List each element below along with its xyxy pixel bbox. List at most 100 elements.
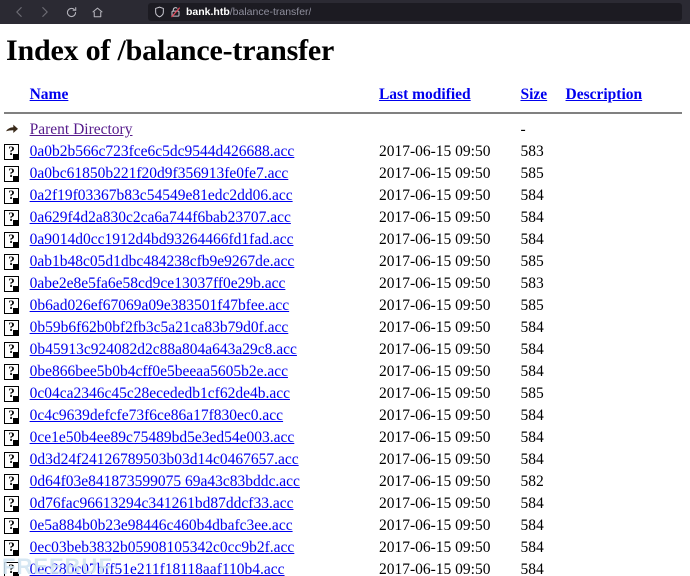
file-link[interactable]: 0a0b2b566c723fce6c5dc9544d426688.acc — [30, 143, 295, 160]
file-link[interactable]: 0e5a884b0b23e98446c460b4dbafc3ee.acc — [30, 517, 293, 534]
file-link[interactable]: 0b45913c924082d2c88a804a643a29c8.acc — [30, 341, 297, 358]
file-link[interactable]: 0ce1e50b4ee89c75489bd5e3ed54e003.acc — [30, 429, 295, 446]
file-name-cell: 0d76fac96613294c341261bd87ddcf33.acc — [30, 493, 379, 515]
file-link[interactable]: 0a2f19f03367b83c54549e81edc2dd06.acc — [30, 187, 293, 204]
file-icon-cell — [4, 427, 30, 449]
url-path: /balance-transfer/ — [229, 6, 312, 18]
table-row: 0ec280c07bff51e211f18118aaf110b4.acc 2017… — [4, 559, 682, 576]
parent-directory-date-cell — [379, 119, 521, 141]
file-link[interactable]: 0abe2e8e5fa6e58cd9ce13037ff0e29b.acc — [30, 275, 286, 292]
file-link[interactable]: 0c04ca2346c45c28ecededb1cf62de4b.acc — [30, 385, 290, 402]
unknown-file-icon — [4, 253, 19, 271]
file-modified-cell: 2017-06-15 09:50 — [378, 429, 491, 446]
file-modified-cell: 2017-06-15 09:50 — [378, 319, 491, 336]
file-modified-cell: 2017-06-15 09:50 — [378, 143, 491, 160]
unknown-file-icon — [4, 385, 19, 403]
file-description-cell — [566, 251, 682, 273]
table-row: 0ec03beb3832b05908105342c0cc9b2f.acc 2017… — [4, 537, 682, 559]
file-link[interactable]: 0b6ad026ef67069a09e383501f47bfee.acc — [30, 297, 290, 314]
file-icon-cell — [4, 251, 30, 273]
file-size-cell: 584 — [520, 451, 544, 468]
file-link[interactable]: 0d76fac96613294c341261bd87ddcf33.acc — [30, 495, 294, 512]
parent-directory-row: Parent Directory - — [4, 119, 682, 141]
file-icon-cell — [4, 449, 30, 471]
unknown-file-icon — [4, 539, 19, 557]
file-link[interactable]: 0a0bc61850b221f20d9f356913fe0fe7.acc — [30, 165, 289, 182]
file-link[interactable]: 0a9014d0cc1912d4bd93264466fd1fad.acc — [30, 231, 294, 248]
parent-directory-link[interactable]: Parent Directory — [30, 121, 133, 138]
file-modified-cell: 2017-06-15 09:50 — [378, 561, 491, 576]
address-bar[interactable]: bank.htb/balance-transfer/ — [148, 3, 682, 21]
file-size-cell: 584 — [520, 429, 544, 446]
file-name-cell: 0d64f03e841873599075 69a43c83bddc.acc — [30, 471, 379, 493]
sort-by-date-link[interactable]: Last modified — [379, 86, 471, 103]
file-link[interactable]: 0b59b6f62b0bf2fb3c5a21ca83b79d0f.acc — [30, 319, 289, 336]
unknown-file-icon — [4, 275, 19, 293]
file-link[interactable]: 0d3d24f24126789503b03d14c0467657.acc — [30, 451, 299, 468]
table-row: 0d3d24f24126789503b03d14c0467657.acc 2017… — [4, 449, 682, 471]
file-link[interactable]: 0c4c9639defcfe73f6ce86a17f830ec0.acc — [30, 407, 283, 424]
file-modified-cell: 2017-06-15 09:50 — [378, 407, 491, 424]
directory-listing-page: Index of /balance-transfer Name Last mod… — [0, 34, 690, 576]
home-button[interactable] — [84, 2, 110, 22]
file-icon-cell — [4, 229, 30, 251]
unknown-file-icon — [4, 297, 19, 315]
file-description-cell — [566, 405, 682, 427]
parent-directory-name-cell: Parent Directory — [30, 119, 379, 141]
file-link[interactable]: 0ec03beb3832b05908105342c0cc9b2f.acc — [30, 539, 295, 556]
sort-by-size-link[interactable]: Size — [520, 86, 547, 103]
file-icon-cell — [4, 537, 30, 559]
unknown-file-icon — [4, 495, 19, 513]
back-button[interactable] — [6, 2, 32, 22]
file-size-cell: 585 — [520, 385, 544, 402]
file-name-cell: 0d3d24f24126789503b03d14c0467657.acc — [30, 449, 379, 471]
file-description-cell — [566, 515, 682, 537]
column-header-icon — [4, 86, 30, 108]
reload-icon — [65, 6, 78, 19]
file-name-cell: 0a9014d0cc1912d4bd93264466fd1fad.acc — [30, 229, 379, 251]
file-name-cell: 0ab1b48c05d1dbc484238cfb9e9267de.acc — [30, 251, 379, 273]
url-text[interactable]: bank.htb/balance-transfer/ — [186, 3, 311, 21]
column-header-last-modified: Last modified — [379, 86, 521, 108]
unknown-file-icon — [4, 231, 19, 249]
file-link[interactable]: 0d64f03e841873599075 69a43c83bddc.acc — [30, 473, 300, 490]
column-header-description: Description — [566, 86, 682, 108]
file-name-cell: 0ec280c07bff51e211f18118aaf110b4.acc — [30, 559, 379, 576]
file-modified-cell: 2017-06-15 09:50 — [378, 187, 491, 204]
file-link[interactable]: 0a629f4d2a830c2ca6a744f6bab23707.acc — [30, 209, 291, 226]
file-size-cell: 584 — [520, 517, 544, 534]
file-modified-cell: 2017-06-15 09:50 — [378, 495, 491, 512]
broken-lock-icon[interactable] — [170, 6, 181, 18]
unknown-file-icon — [4, 319, 19, 337]
file-modified-cell: 2017-06-15 09:50 — [378, 275, 491, 292]
column-header-name: Name — [30, 86, 379, 108]
file-modified-cell: 2017-06-15 09:50 — [378, 473, 491, 490]
file-modified-cell: 2017-06-15 09:50 — [378, 451, 491, 468]
file-size-cell: 584 — [520, 495, 544, 512]
file-link[interactable]: 0ab1b48c05d1dbc484238cfb9e9267de.acc — [30, 253, 295, 270]
file-name-cell: 0abe2e8e5fa6e58cd9ce13037ff0e29b.acc — [30, 273, 379, 295]
forward-button[interactable] — [32, 2, 58, 22]
shield-icon[interactable] — [154, 6, 165, 18]
file-description-cell — [566, 361, 682, 383]
table-row: 0abe2e8e5fa6e58cd9ce13037ff0e29b.acc 2017… — [4, 273, 682, 295]
unknown-file-icon — [4, 165, 19, 183]
file-description-cell — [566, 427, 682, 449]
reload-button[interactable] — [58, 2, 84, 22]
table-header-row: Name Last modified Size Description — [4, 86, 682, 108]
file-description-cell — [566, 537, 682, 559]
sort-by-name-link[interactable]: Name — [30, 86, 69, 103]
arrow-right-icon — [38, 5, 52, 19]
file-size-cell: 584 — [520, 319, 544, 336]
file-size-cell: 583 — [520, 275, 544, 292]
file-link[interactable]: 0ec280c07bff51e211f18118aaf110b4.acc — [30, 561, 285, 576]
unknown-file-icon — [4, 143, 19, 161]
table-row: 0a629f4d2a830c2ca6a744f6bab23707.acc 2017… — [4, 207, 682, 229]
unknown-file-icon — [4, 341, 19, 359]
file-size-cell: 583 — [520, 143, 544, 160]
sort-by-description-link[interactable]: Description — [566, 86, 643, 103]
file-link[interactable]: 0be866bee5b0b4cff0e5beeaa5605b2e.acc — [30, 363, 288, 380]
file-description-cell — [566, 449, 682, 471]
file-name-cell: 0a0bc61850b221f20d9f356913fe0fe7.acc — [30, 163, 379, 185]
file-description-cell — [566, 207, 682, 229]
